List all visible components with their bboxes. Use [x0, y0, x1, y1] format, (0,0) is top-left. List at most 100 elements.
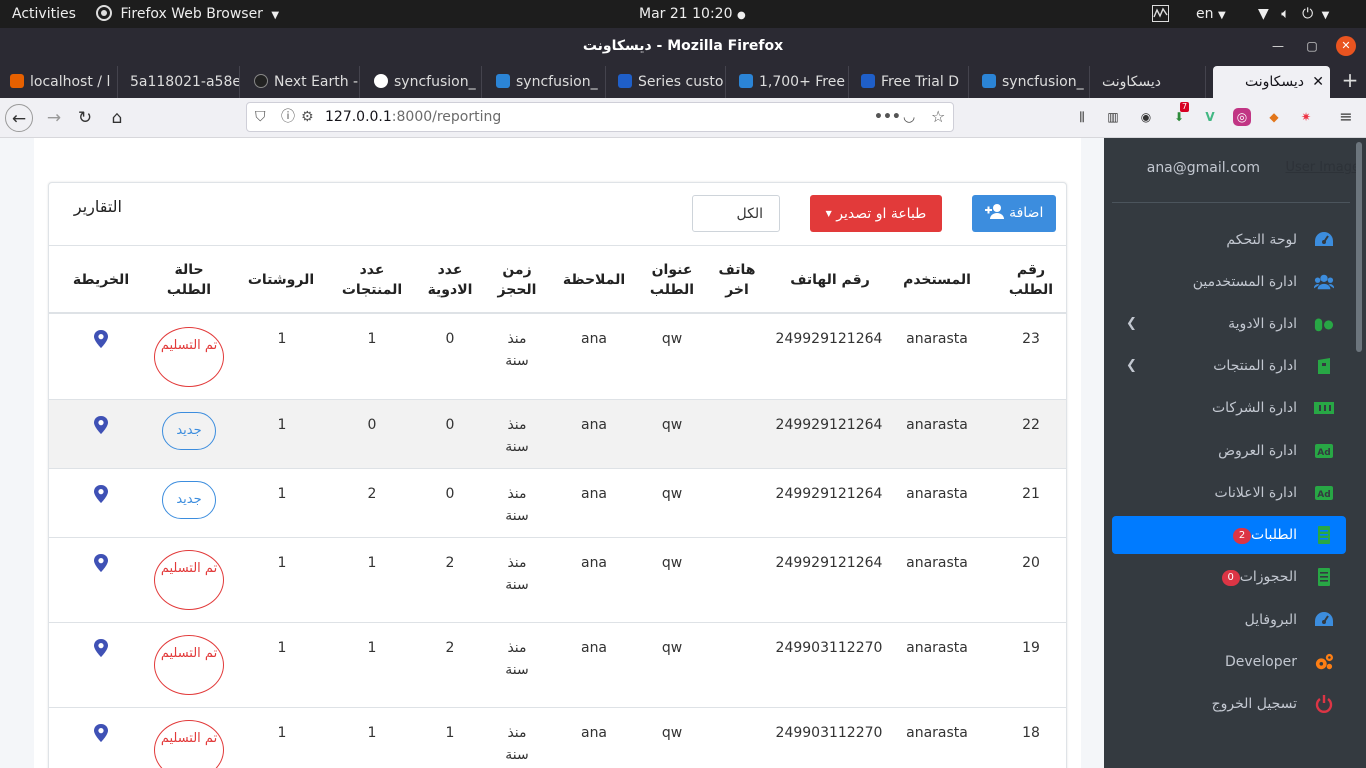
tab[interactable]: syncfusion_ [368, 66, 482, 98]
new-tab-button[interactable]: + [1338, 66, 1362, 94]
forward-button[interactable]: → [40, 104, 68, 132]
system-menu[interactable]: ▼ 🔈︎ ⏻ ▼ [1258, 0, 1329, 28]
cell-booking-time: منذ سنة [505, 331, 529, 369]
table-row[interactable]: 18 anarasta 249903112270 qw ana منذ سنة … [49, 708, 1066, 768]
table-row[interactable]: 23 anarasta 249929121264 qw ana منذ سنة … [49, 314, 1066, 400]
sidebar-item-products[interactable]: ادارة المنتجات ❮ [1112, 347, 1346, 385]
tab[interactable]: syncfusion_ [976, 66, 1090, 98]
bookmark-star-icon[interactable]: ☆ [931, 103, 945, 131]
map-pin-icon[interactable] [93, 330, 109, 348]
map-pin-icon[interactable] [93, 554, 109, 572]
sidebar-scrollbar[interactable] [1356, 142, 1362, 352]
tab[interactable]: 5a118021-a58e [124, 66, 240, 98]
tab[interactable]: Free Trial D [855, 66, 969, 98]
home-button[interactable]: ⌂ [103, 104, 131, 132]
status-badge-new[interactable]: جديد [162, 412, 216, 450]
column-header-phone[interactable]: رقم الهاتف [777, 270, 883, 290]
table-row[interactable]: 20 anarasta 249929121264 qw ana منذ سنة … [49, 538, 1066, 623]
map-pin-icon[interactable] [93, 639, 109, 657]
sidebar-item-orders[interactable]: 2 الطلبات [1112, 516, 1346, 554]
column-header-user[interactable]: المستخدم [897, 270, 977, 290]
maximize-icon[interactable]: ▢ [1302, 36, 1322, 56]
sidebar-item-logout[interactable]: تسجيل الخروج [1112, 685, 1346, 723]
column-header-note[interactable]: الملاحظة [555, 270, 633, 290]
url-text[interactable]: 127.0.0.1:8000/reporting [325, 103, 501, 131]
column-header-prescriptions[interactable]: الروشتات [245, 270, 317, 290]
hamburger-menu-icon[interactable]: ≡ [1337, 108, 1355, 126]
sidebar-item-developer[interactable]: Developer [1112, 643, 1346, 681]
system-monitor-icon[interactable] [1152, 0, 1169, 28]
print-export-button[interactable]: ▼ طباعة او تصدير [810, 195, 942, 232]
extension-download-icon[interactable]: ⬇ 7 [1170, 102, 1190, 126]
tab[interactable]: syncfusion_ [490, 66, 606, 98]
sidebar-item-companies[interactable]: ادارة الشركات [1112, 389, 1346, 427]
add-button[interactable]: اضافة [972, 195, 1056, 232]
sidebar-item-dashboard[interactable]: لوحة التحكم [1112, 221, 1346, 259]
column-header-other-phone[interactable]: هاتف اخر [713, 260, 761, 300]
sidebar-item-offers[interactable]: Ad ادارة العروض [1112, 432, 1346, 470]
sidebar-item-medicines[interactable]: ادارة الادوية ❮ [1112, 305, 1346, 343]
info-icon[interactable]: ⓘ [281, 103, 295, 131]
reload-button[interactable]: ↻ [71, 104, 99, 132]
cell-address: qw [661, 331, 683, 347]
library-icon[interactable]: ⫼ [1073, 108, 1091, 126]
cell-phone: 249929121264 [775, 486, 883, 502]
status-filter-select[interactable]: الكل [692, 195, 780, 232]
permissions-icon[interactable]: ⚙ [301, 103, 314, 131]
tab-active[interactable]: ديسكاونت ✕ [1213, 66, 1330, 98]
close-window-icon[interactable]: ✕ [1336, 36, 1356, 56]
sidebar-item-ads[interactable]: Ad ادارة الاعلانات [1112, 474, 1346, 512]
cell-user: anarasta [906, 640, 968, 656]
metamask-icon[interactable]: ◆ [1265, 108, 1283, 126]
map-pin-icon[interactable] [93, 724, 109, 742]
status-badge-delivered[interactable]: تم التسليم [154, 720, 224, 768]
sidebar-item-bookings[interactable]: 0 الحجوزات [1112, 558, 1346, 596]
sidebar-item-users[interactable]: ادارة المستخدمين [1112, 263, 1346, 301]
status-badge-delivered[interactable]: تم التسليم [154, 635, 224, 695]
tab[interactable]: Series custo [612, 66, 726, 98]
column-header-address[interactable]: عنوان الطلب [645, 260, 699, 300]
app-menu[interactable]: Firefox Web Browser ▼ [96, 0, 279, 28]
map-pin-icon[interactable] [93, 485, 109, 503]
minimize-icon[interactable]: — [1268, 36, 1288, 56]
column-header-meds-count[interactable]: عدد الادوية [423, 260, 477, 300]
page-actions-icon[interactable]: ••• [874, 103, 901, 131]
extension-star-icon[interactable]: ✷ [1297, 108, 1315, 126]
user-email[interactable]: ana@gmail.com [1147, 160, 1260, 176]
table-row[interactable]: 19 anarasta 249903112270 qw ana منذ سنة … [49, 623, 1066, 708]
add-user-icon [984, 204, 1004, 219]
clock[interactable]: Mar 21 10:20 ● [639, 0, 746, 28]
table-row[interactable]: 21 anarasta 249929121264 qw ana منذ سنة … [49, 469, 1066, 538]
shield-icon[interactable]: ⛉ [255, 103, 266, 131]
back-button[interactable]: ← [5, 104, 33, 132]
column-header-products-count[interactable]: عدد المنتجات [333, 260, 411, 300]
status-badge-delivered[interactable]: تم التسليم [154, 550, 224, 610]
tab[interactable]: 1,700+ Free [733, 66, 849, 98]
caret-down-icon: ▼ [271, 10, 280, 21]
table-row[interactable]: 22 anarasta 249929121264 qw ana منذ سنة … [49, 400, 1066, 469]
cell-order-number: 23 [1022, 331, 1040, 347]
instagram-icon[interactable]: ◎ [1233, 108, 1251, 126]
activities-button[interactable]: Activities [12, 0, 76, 28]
status-badge-delivered[interactable]: تم التسليم [154, 327, 224, 387]
ad-icon: Ad [1315, 444, 1333, 458]
tab[interactable]: localhost / l [4, 66, 118, 98]
user-image[interactable]: User Image [1286, 160, 1360, 175]
tab[interactable]: ديسكاونت [1096, 66, 1206, 98]
column-header-map[interactable]: الخريطة [65, 270, 137, 290]
vue-devtools-icon[interactable]: V [1201, 108, 1219, 126]
status-badge-new[interactable]: جديد [162, 481, 216, 519]
cell-phone: 249903112270 [775, 640, 883, 656]
url-bar[interactable]: ⛉ ⓘ ⚙ 127.0.0.1:8000/reporting ••• ◡ ☆ [246, 102, 954, 132]
pocket-icon[interactable]: ◡ [903, 103, 915, 131]
column-header-order-number[interactable]: رقم الطلب [1001, 260, 1061, 300]
tab[interactable]: Next Earth - [248, 66, 360, 98]
account-icon[interactable]: ◉ [1137, 108, 1155, 126]
language-menu[interactable]: en ▼ [1196, 0, 1226, 28]
column-header-status[interactable]: حالة الطلب [157, 260, 221, 300]
close-tab-icon[interactable]: ✕ [1312, 66, 1324, 98]
sidebar-icon[interactable]: ▥ [1104, 108, 1122, 126]
map-pin-icon[interactable] [93, 416, 109, 434]
sidebar-item-profile[interactable]: البروفايل [1112, 601, 1346, 639]
column-header-booking-time[interactable]: زمن الحجز [495, 260, 539, 300]
